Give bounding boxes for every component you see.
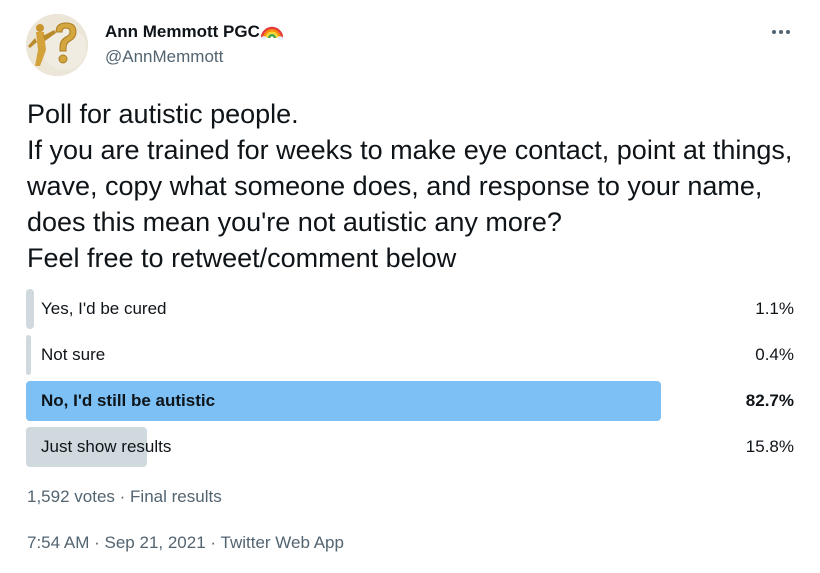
author-name-text: Ann Memmott PGC — [105, 22, 260, 41]
tweet-time[interactable]: 7:54 AM — [27, 533, 89, 552]
poll-option: Yes, I'd be cured 1.1% — [26, 289, 794, 329]
poll-option-percent: 15.8% — [745, 437, 794, 456]
avatar[interactable] — [26, 14, 88, 76]
rainbow-icon — [260, 20, 284, 46]
poll-option-label: Just show results — [41, 437, 172, 456]
tweet-card: Ann Memmott PGC @AnnMemmott Poll for aut… — [0, 0, 820, 573]
question-mark-figure-icon — [26, 14, 88, 76]
poll-option-label: Not sure — [41, 345, 106, 364]
separator: · — [94, 533, 100, 552]
author-display-name[interactable]: Ann Memmott PGC — [105, 20, 284, 46]
tweet-date[interactable]: Sep 21, 2021 — [105, 533, 206, 552]
poll-option: Not sure 0.4% — [26, 335, 794, 375]
poll: Yes, I'd be cured 1.1% Not sure 0.4% No,… — [26, 289, 794, 473]
separator: · — [210, 533, 217, 552]
poll-option-percent: 1.1% — [755, 299, 794, 318]
tweet-timestamp: 7:54 AM · Sep 21, 2021 · Twitter Web App — [27, 532, 344, 554]
poll-option-label: No, I'd still be autistic — [41, 391, 216, 410]
tweet-text: Poll for autistic people. If you are tra… — [27, 99, 793, 273]
author-handle[interactable]: @AnnMemmott — [105, 46, 223, 68]
separator: · — [119, 487, 126, 506]
poll-option: Just show results 15.8% — [26, 427, 794, 467]
poll-summary: 1,592 votes · Final results — [27, 486, 222, 508]
poll-option-winner: No, I'd still be autistic 82.7% — [26, 381, 794, 421]
more-horizontal-icon — [772, 30, 790, 34]
tweet-source: Twitter Web App — [220, 533, 344, 552]
poll-option-label: Yes, I'd be cured — [41, 299, 167, 318]
poll-option-bar — [26, 289, 34, 329]
poll-option-percent: 0.4% — [755, 345, 794, 364]
poll-status: Final results — [130, 487, 222, 506]
more-options-button[interactable] — [766, 20, 796, 44]
poll-option-bar — [26, 335, 31, 375]
poll-option-percent: 82.7% — [745, 391, 794, 410]
poll-vote-count: 1,592 votes — [27, 487, 115, 506]
